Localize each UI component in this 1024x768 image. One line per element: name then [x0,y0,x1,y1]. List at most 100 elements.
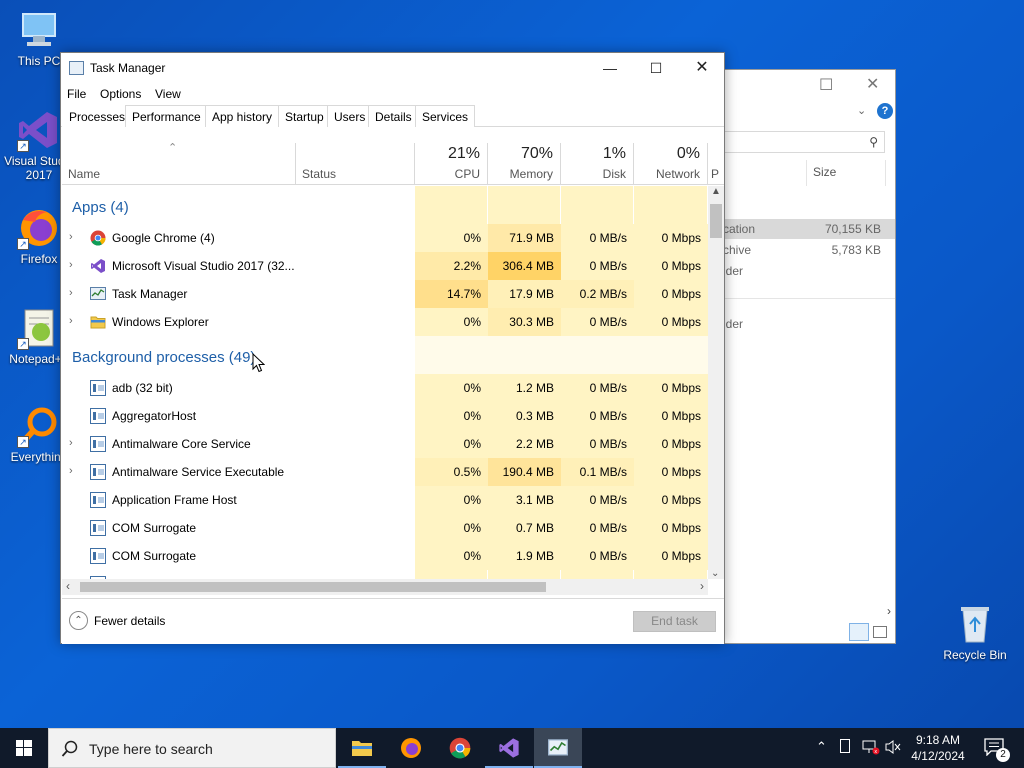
expand-chevron-icon[interactable]: › [69,315,73,327]
taskbar-chrome[interactable] [436,728,484,768]
cpu-column-header[interactable]: 21% CPU [415,143,488,185]
process-row-google-chrome[interactable]: › Google Chrome (4) 0% 71.9 MB 0 MB/s 0 … [62,224,708,252]
tab-details[interactable]: Details [368,105,419,127]
explorer-file-row[interactable]: cation 70,155 KB [723,219,895,239]
vertical-scroll-thumb[interactable] [710,204,722,238]
expand-chevron-icon[interactable]: › [69,259,73,271]
taskbar-visual-studio[interactable] [485,728,533,768]
explorer-search-box[interactable]: ⚲ [723,131,885,153]
computer-icon [17,8,61,52]
tab-app-history[interactable]: App history [205,105,280,127]
fewer-details-link[interactable]: Fewer details [94,614,165,628]
vertical-scrollbar[interactable]: ▲ ⌄ [708,186,724,579]
tablet-icon[interactable] [840,739,850,753]
menu-options[interactable]: Options [100,87,141,101]
large-icons-view-icon[interactable] [873,626,887,638]
help-icon[interactable]: ? [877,103,893,119]
task-manager-footer: ⌃ Fewer details End task [62,598,724,644]
disk-column-header[interactable]: 1% Disk [561,143,634,185]
name-column-header[interactable]: ⌃ Name [62,142,296,185]
start-button[interactable] [0,728,48,768]
close-icon[interactable]: ✕ [866,74,879,94]
tab-users[interactable]: Users [327,105,373,127]
taskbar-clock[interactable]: 9:18 AM 4/12/2024 [902,732,974,764]
notification-center-button[interactable]: 2 [976,728,1016,768]
explorer-file-row[interactable]: chive 5,783 KB [723,240,895,260]
process-row[interactable]: adb (32 bit) 0% 1.2 MB 0 MB/s 0 Mbps [62,374,708,402]
taskbar-file-explorer[interactable] [338,728,386,768]
menu-file[interactable]: File [67,87,86,101]
shortcut-arrow-icon: ↗ [17,436,29,448]
file-explorer-window[interactable]: ☐ ✕ ⌄ ? ⚲ Size cation 70,155 KB chive 5,… [722,69,896,644]
apps-section-header[interactable]: Apps (4) [62,192,708,224]
horizontal-scrollbar[interactable]: ‹ › [62,579,708,595]
process-list[interactable]: Apps (4) › Google Chrome (4) 0% 71.9 MB … [62,186,708,579]
chrome-icon [90,230,106,246]
process-row[interactable]: COM Surrogate 0% 0.7 MB 0 MB/s 0 Mbps [62,514,708,542]
expand-chevron-icon[interactable]: › [69,231,73,243]
task-manager-window[interactable]: Task Manager — ☐ ✕ File Options View Pro… [60,52,725,644]
window-title: Task Manager [90,61,166,75]
collapse-chevron-icon[interactable]: ⌃ [69,611,88,630]
maximize-button[interactable]: ☐ [633,53,679,83]
size-column-header[interactable]: Size [813,165,836,179]
volume-muted-icon[interactable] [884,739,902,768]
everything-search-icon: ↗ [17,404,61,448]
taskbar-firefox[interactable] [387,728,435,768]
process-row[interactable]: › Antimalware Service Executable 0.5% 19… [62,458,708,486]
process-row[interactable]: AggregatorHost 0% 0.3 MB 0 MB/s 0 Mbps [62,402,708,430]
memory-column-header[interactable]: 70% Memory [488,143,561,185]
process-row[interactable]: Application Frame Host 0% 3.1 MB 0 MB/s … [62,486,708,514]
tab-processes[interactable]: Processes [62,105,133,127]
taskbar-search-box[interactable]: Type here to search [48,728,336,768]
scroll-right-icon[interactable]: › [700,579,704,593]
process-row-task-manager[interactable]: › Task Manager 14.7% 17.9 MB 0.2 MB/s 0 … [62,280,708,308]
expand-chevron-icon[interactable]: › [69,465,73,477]
expand-chevron-icon[interactable]: › [69,287,73,299]
horizontal-scroll-thumb[interactable] [80,582,546,592]
divider [723,298,895,299]
desktop-icon-recycle-bin[interactable]: Recycle Bin [938,602,1012,662]
scroll-down-icon[interactable]: ⌄ [711,568,719,579]
task-manager-icon [548,739,568,756]
process-row[interactable]: COM Surrogate 0% 1.9 MB 0 MB/s 0 Mbps [62,542,708,570]
explorer-titlebar[interactable]: ☐ ✕ [723,70,895,100]
explorer-file-row[interactable]: lder [723,261,895,281]
power-column-header[interactable]: P [708,143,724,185]
taskbar-task-manager[interactable] [534,728,582,768]
end-task-button[interactable]: End task [633,611,716,632]
process-row-windows-explorer[interactable]: › Windows Explorer 0% 30.3 MB 0 MB/s 0 M… [62,308,708,336]
explorer-file-row[interactable]: lder [723,314,895,334]
scroll-right-icon[interactable]: › [887,604,891,618]
shortcut-arrow-icon: ↗ [17,238,29,250]
explorer-hscrollbar[interactable]: › [723,604,895,620]
scroll-left-icon[interactable]: ‹ [66,579,70,593]
tab-services[interactable]: Services [415,105,476,127]
task-manager-titlebar[interactable]: Task Manager — ☐ ✕ [61,53,724,83]
minimize-button[interactable]: — [587,53,633,83]
shortcut-arrow-icon: ↗ [17,338,29,350]
menu-view[interactable]: View [155,87,181,101]
maximize-icon[interactable]: ☐ [819,75,833,95]
network-disconnected-icon[interactable]: x [862,739,880,755]
clock-date: 4/12/2024 [911,749,965,763]
taskbar: Type here to search ⌃ x 9:18 AM 4/12/202… [0,728,1024,768]
process-row[interactable]: › Antimalware Core Service 0% 2.2 MB 0 M… [62,430,708,458]
explorer-column-header: Size [723,160,895,186]
close-button[interactable]: ✕ [679,53,725,83]
network-column-header[interactable]: 0% Network [634,143,708,185]
mouse-cursor-icon [252,353,265,373]
status-column-header[interactable]: Status [296,143,415,185]
expand-ribbon-chevron-icon[interactable]: ⌄ [857,104,866,117]
process-row-partial[interactable] [62,570,708,579]
background-processes-section-header[interactable]: Background processes (49) [62,336,708,374]
tab-startup[interactable]: Startup [278,105,331,127]
scroll-up-icon[interactable]: ▲ [711,186,721,197]
show-hidden-icons-chevron-icon[interactable]: ⌃ [816,739,827,768]
tab-performance[interactable]: Performance [125,105,208,127]
details-view-icon[interactable] [849,623,869,641]
process-row-visual-studio[interactable]: › Microsoft Visual Studio 2017 (32... 2.… [62,252,708,280]
notification-count-badge: 2 [996,748,1010,762]
expand-chevron-icon[interactable]: › [69,437,73,449]
desktop-icon-label: Recycle Bin [943,648,1007,662]
